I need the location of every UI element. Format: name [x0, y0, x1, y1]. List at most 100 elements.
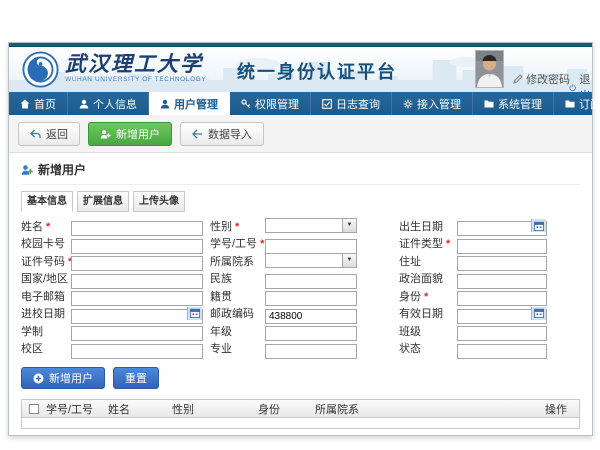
grade-field[interactable]	[265, 326, 357, 341]
nav-item-system-management[interactable]: 系统管理	[473, 92, 554, 115]
table-empty-body	[22, 418, 579, 428]
field-label: 校区*	[21, 340, 71, 356]
university-name-en: WUHAN UNIVERSITY OF TECHNOLOGY	[65, 76, 206, 83]
table-header-row: 学号/工号 姓名 性别 身份 所属院系 操作	[22, 400, 579, 418]
user-add-color-icon	[21, 164, 33, 176]
submit-add-user-button[interactable]: 新增用户	[21, 367, 105, 389]
status-field[interactable]	[457, 344, 547, 359]
field-label: 证件号码*	[21, 253, 71, 269]
chevron-down-icon[interactable]: ▼	[342, 219, 356, 232]
country-region-field[interactable]	[71, 274, 203, 289]
auth-platform-window: 武汉理工大学 WUHAN UNIVERSITY OF TECHNOLOGY 统一…	[8, 42, 593, 436]
add-user-toolbar-button[interactable]: 新增用户	[88, 122, 172, 146]
required-asterisk: *	[235, 221, 239, 233]
col-operation: 操作	[541, 401, 579, 417]
nav-item-access-management[interactable]: 接入管理	[392, 92, 473, 115]
gender-select[interactable]: ▼	[265, 218, 357, 233]
tab-basic-info[interactable]: 基本信息	[21, 191, 73, 212]
university-title-block: 武汉理工大学 WUHAN UNIVERSITY OF TECHNOLOGY	[65, 52, 206, 83]
user-icon	[79, 99, 89, 109]
field-label: 住址*	[357, 253, 457, 269]
field-label: 学制*	[21, 323, 71, 339]
field-label: 有效日期*	[357, 305, 457, 321]
required-asterisk: *	[46, 221, 50, 233]
field-label: 状态*	[357, 340, 457, 356]
class-field[interactable]	[457, 326, 547, 341]
nav-item-subscription-management[interactable]: 订阅管理	[554, 92, 600, 115]
field-label: 邮政编码*	[203, 305, 265, 321]
nav-item-home[interactable]: 首页	[9, 92, 68, 115]
ethnicity-field[interactable]	[265, 274, 357, 289]
id-type-field[interactable]	[457, 239, 547, 254]
campus-field[interactable]	[71, 344, 203, 359]
basic-info-form: 姓名* 性别* ▼ 出生日期* 校园卡号* 学号/工号* 证件类型* 证件号码*…	[21, 217, 580, 357]
folder-icon	[484, 99, 494, 109]
id-number-field[interactable]	[71, 256, 203, 271]
new-user-panel: 新增用户 基本信息 扩展信息 上传头像 姓名* 性别* ▼ 出生日期* 校园卡号…	[9, 153, 592, 435]
native-place-field[interactable]	[265, 291, 357, 306]
calendar-icon[interactable]	[531, 307, 546, 320]
field-label: 身份*	[357, 288, 457, 304]
field-label: 姓名*	[21, 218, 71, 234]
nav-item-user-management[interactable]: 用户管理	[149, 92, 230, 115]
col-gender: 性别	[168, 401, 254, 417]
section-title: 新增用户	[21, 158, 580, 185]
field-label: 校园卡号*	[21, 235, 71, 251]
data-import-button[interactable]: 数据导入	[180, 122, 264, 146]
user-add-icon	[100, 129, 111, 140]
field-label: 学号/工号*	[203, 235, 265, 251]
calendar-icon[interactable]	[531, 219, 546, 232]
page-toolbar: 返回 新增用户 数据导入	[9, 115, 592, 153]
import-arrow-icon	[192, 129, 203, 139]
info-tabs: 基本信息 扩展信息 上传头像	[21, 191, 580, 212]
student-id-field[interactable]	[265, 239, 357, 254]
identity-field[interactable]	[457, 291, 547, 306]
users-icon	[160, 99, 170, 109]
field-label: 进校日期*	[21, 305, 71, 321]
key-icon	[241, 99, 251, 109]
field-label: 出生日期*	[357, 218, 457, 234]
field-label: 民族*	[203, 270, 265, 286]
major-field[interactable]	[265, 344, 357, 359]
col-department: 所属院系	[311, 401, 541, 417]
col-name: 姓名	[104, 401, 168, 417]
nav-item-personal-info[interactable]: 个人信息	[68, 92, 149, 115]
email-field[interactable]	[71, 291, 203, 306]
nav-item-log-query[interactable]: 日志查询	[311, 92, 392, 115]
tab-extended-info[interactable]: 扩展信息	[77, 191, 129, 212]
back-button[interactable]: 返回	[18, 122, 80, 146]
power-icon	[569, 82, 576, 93]
required-asterisk: *	[446, 238, 450, 250]
department-select[interactable]: ▼	[265, 253, 357, 268]
university-name-cn: 武汉理工大学	[65, 52, 206, 76]
page-background: 武汉理工大学 WUHAN UNIVERSITY OF TECHNOLOGY 统一…	[0, 0, 600, 450]
plus-circle-icon	[33, 373, 44, 384]
platform-title: 统一身份认证平台	[237, 58, 397, 84]
political-status-field[interactable]	[457, 274, 547, 289]
col-student-id: 学号/工号	[42, 401, 104, 417]
gear-icon	[403, 99, 413, 109]
user-list-table: 学号/工号 姓名 性别 身份 所属院系 操作	[21, 399, 580, 429]
campus-card-field[interactable]	[71, 239, 203, 254]
field-label: 政治面貌*	[357, 270, 457, 286]
name-field[interactable]	[71, 221, 203, 236]
select-all-checkbox[interactable]	[29, 404, 39, 414]
calendar-icon[interactable]	[187, 307, 202, 320]
user-avatar	[475, 50, 504, 88]
tab-upload-avatar[interactable]: 上传头像	[133, 191, 185, 212]
field-label: 班级*	[357, 323, 457, 339]
logout-link[interactable]: 退出	[569, 71, 592, 92]
field-label: 所属院系*	[203, 253, 265, 269]
university-logo	[22, 51, 59, 88]
main-nav: 首页 个人信息 用户管理 权限管理 日志查询 接入管理 系统管理 订阅管理	[9, 92, 592, 115]
app-header: 武汉理工大学 WUHAN UNIVERSITY OF TECHNOLOGY 统一…	[9, 47, 592, 92]
schooling-length-field[interactable]	[71, 326, 203, 341]
reset-button[interactable]: 重置	[113, 367, 159, 389]
entry-date-field[interactable]	[71, 309, 203, 324]
chevron-down-icon[interactable]: ▼	[342, 254, 356, 267]
postal-code-field[interactable]	[265, 309, 357, 324]
change-password-link[interactable]: 修改密码	[513, 71, 570, 87]
nav-item-permission-management[interactable]: 权限管理	[230, 92, 311, 115]
address-field[interactable]	[457, 256, 547, 271]
field-label: 性别*	[203, 218, 265, 234]
